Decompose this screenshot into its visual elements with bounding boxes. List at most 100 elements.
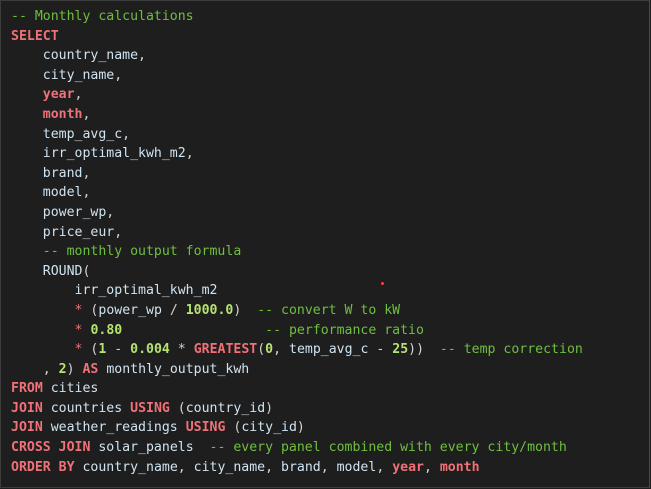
code-line: JOIN weather_readings USING (city_id)	[11, 418, 583, 438]
code-token: 25	[392, 342, 409, 358]
code-token: -- Monthly calculations	[11, 9, 194, 24]
code-line: SELECT	[11, 27, 583, 47]
code-line: ROUND(	[11, 262, 583, 282]
code-token: ,	[114, 67, 123, 83]
code-token: -- monthly output formula	[42, 244, 242, 260]
code-token: brand	[42, 165, 83, 181]
code-token: -	[368, 342, 393, 358]
code-token: city_name	[193, 459, 266, 475]
code-token: temp_avg_c	[289, 342, 369, 358]
code-line: power_wp,	[11, 203, 583, 223]
code-token: year	[42, 87, 75, 103]
code-token: month	[42, 106, 83, 122]
code-line: * 0.80 -- performance ratio	[11, 321, 583, 341]
code-token: price_eur	[42, 224, 115, 240]
code-token: -- temp correction	[439, 342, 583, 358]
code-token: country_name	[42, 48, 139, 64]
code-token: CROSS JOIN	[11, 440, 91, 456]
code-token: ,	[138, 48, 146, 64]
code-token: ,	[423, 459, 440, 475]
code-token: SELECT	[11, 28, 59, 44]
code-token: *	[169, 342, 194, 358]
code-line: , 2) AS monthly_output_kwh	[11, 360, 583, 380]
code-token: (	[257, 342, 266, 358]
code-token: ,	[185, 146, 194, 162]
sql-code-block[interactable]: -- Monthly calculations SELECT country_na…	[11, 7, 583, 477]
code-token: countries	[50, 400, 123, 416]
code-token: ,	[122, 126, 131, 142]
code-token: (	[225, 420, 242, 436]
cursor-marker	[381, 282, 384, 285]
code-token: ,	[82, 106, 91, 122]
code-token: USING	[185, 420, 226, 436]
code-token: ,	[106, 204, 115, 220]
code-token: JOIN	[11, 420, 43, 436]
code-token: ,	[74, 87, 83, 103]
code-line: brand,	[11, 164, 583, 184]
code-token: 2	[58, 361, 67, 377]
code-line: * (1 - 0.004 * GREATEST(0, temp_avg_c - …	[11, 340, 583, 360]
code-token: city_id	[241, 420, 297, 436]
code-token: cities	[50, 381, 99, 397]
code-line: CROSS JOIN solar_panels -- every panel c…	[11, 438, 583, 458]
code-line: country_name,	[11, 46, 583, 66]
code-token: country_name	[82, 459, 178, 475]
code-token: model	[336, 459, 377, 475]
code-token: 0	[265, 342, 274, 358]
code-token: brand	[281, 459, 321, 475]
code-token: (	[82, 302, 99, 318]
code-token: ,	[265, 459, 282, 475]
code-token: FROM	[11, 381, 43, 397]
code-line: city_name,	[11, 66, 583, 86]
code-token: ,	[82, 165, 91, 181]
code-token: ROUND	[42, 263, 83, 279]
code-line: price_eur,	[11, 223, 583, 243]
code-token: power_wp	[98, 302, 162, 318]
code-token: GREATEST	[193, 342, 258, 358]
code-line: -- Monthly calculations	[11, 7, 583, 27]
code-token: model	[42, 185, 83, 201]
code-token: )	[66, 361, 83, 377]
code-token: ,	[273, 342, 290, 358]
code-token: solar_panels	[98, 440, 194, 456]
code-token: city_name	[42, 67, 115, 83]
code-token: )	[233, 302, 258, 318]
code-token: (	[82, 342, 99, 358]
code-line: FROM cities	[11, 379, 583, 399]
code-token: USING	[130, 400, 170, 416]
code-token: JOIN	[11, 400, 43, 416]
code-line: * (power_wp / 1000.0) -- convert W to kW	[11, 301, 583, 321]
code-line: year,	[11, 85, 583, 105]
code-token: -	[106, 342, 131, 358]
code-token: /	[161, 302, 186, 318]
code-token: ,	[320, 459, 337, 475]
code-token: 1000.0	[185, 302, 234, 318]
code-editor[interactable]: -- Monthly calculations SELECT country_na…	[0, 0, 650, 488]
code-token: ,	[177, 459, 194, 475]
code-token: temp_avg_c	[42, 126, 123, 142]
code-token: AS	[82, 361, 99, 377]
code-token: ,	[11, 361, 59, 377]
code-token: country_id	[185, 400, 266, 416]
code-token: )	[265, 400, 274, 416]
